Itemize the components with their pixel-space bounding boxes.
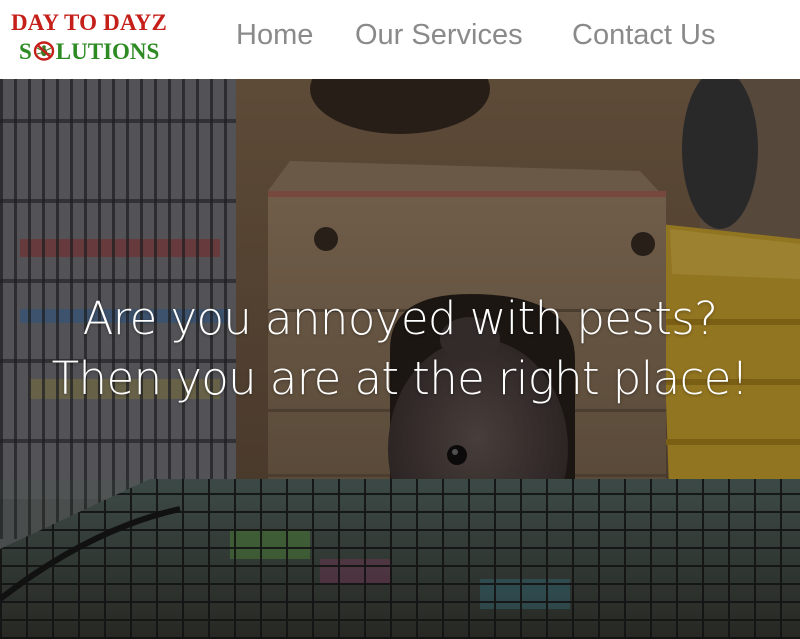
site-header: DAY TO DAYZ S LUTIONS Home Our Services …	[0, 0, 800, 79]
main-nav: Home Our Services Contact Us	[0, 19, 800, 59]
hero-banner: Are you annoyed with pests? Then you are…	[0, 79, 800, 639]
nav-services-link[interactable]: Our Services	[355, 19, 523, 52]
nav-contact-link[interactable]: Contact Us	[572, 19, 715, 52]
nav-home-link[interactable]: Home	[236, 19, 313, 52]
hero-headline-line-2: Then you are at the right place!	[51, 352, 749, 405]
hero-headline-line-1: Are you annoyed with pests?	[82, 292, 718, 345]
hero-headline: Are you annoyed with pests? Then you are…	[0, 289, 800, 409]
